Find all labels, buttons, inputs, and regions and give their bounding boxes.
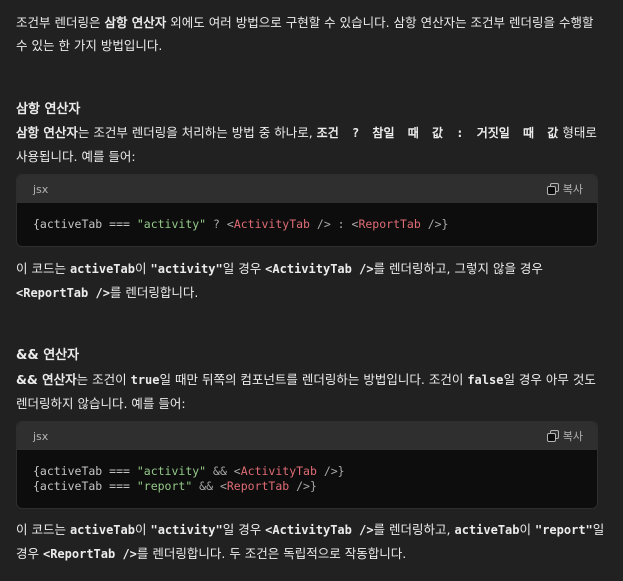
code-token: />} [420,217,449,231]
inline-code: <ReportTab /> [16,286,110,300]
paragraph-ternary: 삼항 연산자는 조건부 렌더링을 처리하는 방법 중 하나로, 조건 ? 참일 … [16,121,606,168]
inline-code: <ActivityTab /> [265,262,374,276]
text: 일 경우 [222,522,266,537]
code-tag: ActivityTab [240,464,317,478]
bold-term: 삼항 연산자 [104,15,167,30]
code-token: && < [192,479,227,493]
inline-code: "activity" [150,523,223,537]
paragraph-intro: 조건부 렌더링은 삼항 연산자 외에도 여러 방법으로 구현할 수 있습니다. … [16,11,606,57]
copy-icon [546,183,559,195]
code-content: {activeTab === "activity" ? <ActivityTab… [17,203,597,246]
code-token: /> : < [309,217,359,231]
inline-code: <ActivityTab /> [265,523,374,537]
code-line: {activeTab === "activity" && <ActivityTa… [33,464,345,478]
code-tag: ReportTab [358,217,421,231]
text: 이 코드는 [16,522,70,537]
inline-code: activeTab [69,523,135,537]
code-content: {activeTab === "activity" && <ActivityTa… [17,450,597,508]
code-string: "activity" [136,464,207,478]
text: 조건부 렌더링은 [16,15,105,30]
inline-code: 조건 ? 참일 때 값 : 거짓일 때 값 [316,126,559,140]
code-string: "activity" [136,217,207,231]
text: 는 조건이 [76,372,131,387]
copy-button[interactable]: 복사 [546,428,583,444]
inline-code: activeTab [69,262,135,276]
text: 는 조건부 렌더링을 처리하는 방법 중 하나로, [77,125,317,140]
code-token: {activeTab === [33,479,137,493]
code-token: ? < [206,217,234,231]
bold-term: 삼항 연산자 [16,125,78,140]
code-header: jsx 복사 [17,422,597,450]
inline-code: activeTab [454,523,520,537]
code-token: {activeTab === [33,464,137,478]
code-header: jsx 복사 [17,175,597,203]
text: 를 렌더링하고, 그렇지 않을 경우 [373,261,543,276]
heading-and-operator: && 연산자 [16,348,80,363]
code-token: />} [316,464,345,478]
paragraph-ternary-explain: 이 코드는 activeTab이 "activity"일 경우 <Activit… [16,257,606,305]
heading-ternary: 삼항 연산자 [16,102,81,117]
chat-message: 조건부 렌더링은 삼항 연산자 외에도 여러 방법으로 구현할 수 있습니다. … [0,0,623,581]
code-language: jsx [33,429,49,443]
bold-term: && 연산자 [16,372,77,387]
text: 이 [519,522,535,537]
code-token: />} [289,479,317,493]
copy-button[interactable]: 복사 [546,181,583,197]
code-token: && < [206,464,241,478]
code-tag: ReportTab [226,479,290,493]
copy-label: 복사 [562,430,583,443]
text: 일 경우 [222,261,266,276]
paragraph-and-operator-explain: 이 코드는 activeTab이 "activity"일 경우 <Activit… [16,518,606,566]
inline-code: true [130,373,160,387]
copy-icon [546,430,559,442]
inline-code: "activity" [150,262,223,276]
inline-code: false [467,373,504,387]
inline-code: <ReportTab /> [42,547,137,561]
code-line: {activeTab === "report" && <ReportTab />… [33,479,317,493]
code-block-and-operator: jsx 복사 {activeTab === "activity" && <Act… [16,421,598,509]
code-language: jsx [33,182,49,196]
code-tag: ActivityTab [233,217,310,231]
code-block-ternary: jsx 복사 {activeTab === "activity" ? <Acti… [16,174,598,247]
copy-label: 복사 [562,183,583,196]
paragraph-and-operator: && 연산자는 조건이 true일 때만 뒤쪽의 컴포넌트를 렌더링하는 방법입… [16,368,606,415]
inline-code: "report" [534,523,593,537]
code-string: "report" [136,479,193,493]
text: 를 렌더링합니다. [109,285,199,300]
text: 일 때만 뒤쪽의 컴포넌트를 렌더링하는 방법입니다. 조건이 [159,372,468,387]
code-line: {activeTab === "activity" ? <ActivityTab… [33,217,448,231]
text: 이 [134,522,151,537]
text: 를 렌더링하고, [373,522,455,537]
text: 이 [134,261,151,276]
text: 이 코드는 [16,261,70,276]
text: 를 렌더링합니다. 두 조건은 독립적으로 작동합니다. [136,546,407,561]
code-token: {activeTab === [33,217,137,231]
